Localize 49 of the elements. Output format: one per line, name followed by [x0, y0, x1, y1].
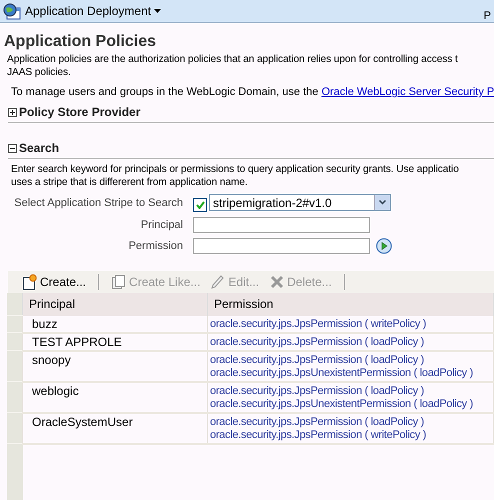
page-title: Application Policies: [4, 33, 158, 51]
field-label: Principal: [140, 219, 183, 231]
permission-text: oracle.security.jps.JpsPermission ( loadPolicy ): [210, 354, 426, 366]
table-cell: weblogic: [22, 382, 208, 412]
description-text: Application policies are the authorization policies that an application relies upon for controlling access t JAAS policies.: [7, 53, 459, 79]
expand-toggle-icon[interactable]: [8, 108, 17, 116]
principal-input[interactable]: [193, 217, 370, 233]
row-selector[interactable]: [7, 350, 22, 382]
chevron-down-icon: [379, 200, 386, 205]
table-cell: OracleSystemUser: [22, 412, 208, 444]
section-heading: Search: [19, 141, 60, 155]
permission-text: oracle.security.jps.JpsPermission ( writePolicy ): [210, 428, 428, 442]
go-play-icon[interactable]: [376, 238, 392, 254]
table-corner: [7, 293, 22, 316]
row-selector[interactable]: [7, 332, 22, 350]
search-instructions: Enter search keyword for principals or permissions to query application security grants. Use applicatio uses a stripe that is differerent from application name.: [11, 163, 460, 189]
permission-text: oracle.security.jps.JpsUnexistentPermission ( loadPolicy ): [210, 366, 474, 380]
permission-text: oracle.security.jps.JpsUnexistentPermission ( loadPolicy ): [210, 398, 474, 410]
row-selector[interactable]: [7, 382, 22, 412]
manage-users-text: To manage users and groups in the WebLogic Domain, use the Oracle WebLogic Server Security P: [11, 86, 494, 98]
check-icon: [196, 201, 204, 209]
caret-icon: [154, 9, 162, 13]
row-selector[interactable]: [7, 316, 22, 332]
field-label: Permission: [128, 240, 183, 252]
globe-window-icon: [3, 2, 21, 20]
copy-document-icon: [111, 274, 126, 290]
permission-text: oracle.security.jps.JpsPermission ( loadPolicy ): [210, 336, 426, 348]
permission-text: oracle.security.jps.JpsPermission ( loadPolicy ): [210, 416, 426, 428]
table-cell: buzz: [22, 316, 208, 332]
permission-input[interactable]: [193, 238, 370, 254]
stripe-checkbox[interactable]: [193, 198, 207, 212]
permission-text: oracle.security.jps.JpsPermission ( loadPolicy ): [210, 384, 426, 398]
table-cell: TEST APPROLE: [22, 332, 208, 350]
collapse-toggle-icon[interactable]: [8, 144, 17, 152]
header-text: P: [484, 10, 491, 22]
security-realm-link[interactable]: Oracle WebLogic Server Security P: [321, 86, 494, 98]
pencil-icon: [210, 274, 226, 290]
permission-text: oracle.security.jps.JpsPermission ( writePolicy ): [210, 318, 428, 330]
column-header: Principal: [22, 293, 208, 316]
section-heading: Policy Store Provider: [19, 105, 140, 119]
toolbar-button[interactable]: Create...: [20, 274, 88, 290]
new-document-icon: [22, 274, 37, 290]
delete-x-icon: [269, 274, 284, 290]
application-deployment-menu[interactable]: Application Deployment: [25, 4, 162, 18]
field-label: Select Application Stripe to Search: [13, 196, 183, 208]
column-header: Permission: [208, 293, 494, 316]
stripe-dropdown[interactable]: stripemigration-2#v1.0: [209, 194, 391, 211]
row-selector[interactable]: [7, 412, 22, 444]
table-cell: snoopy: [22, 350, 208, 382]
